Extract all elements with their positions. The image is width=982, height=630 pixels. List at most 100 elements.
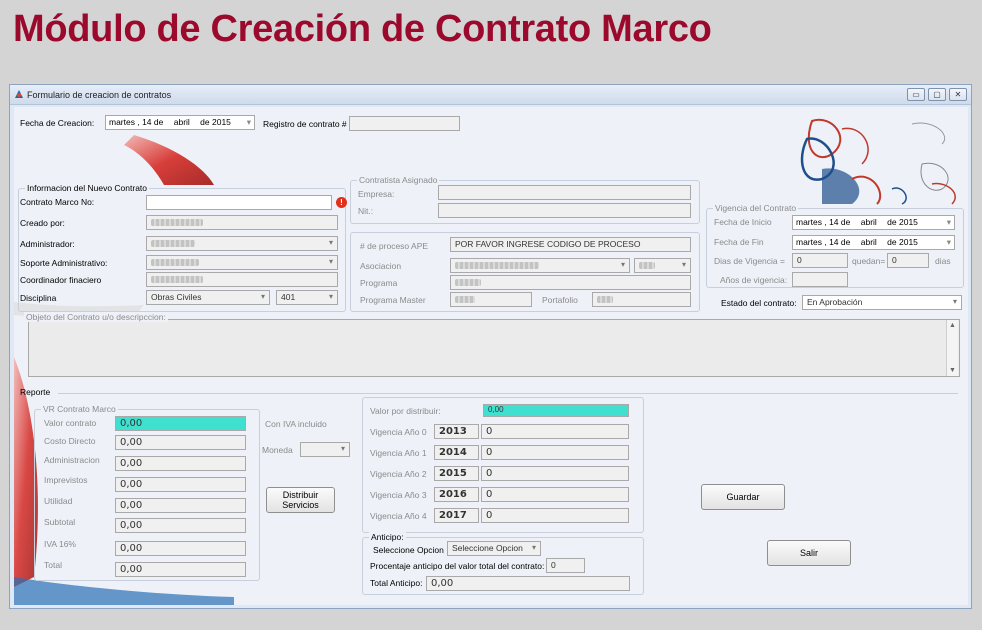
- error-icon: !: [336, 197, 347, 208]
- date-weekday: martes: [109, 117, 135, 127]
- valor-distribuir-field: 0,00: [483, 404, 629, 417]
- objeto-textarea[interactable]: [28, 319, 960, 377]
- info-group-title: Informacion del Nuevo Contrato: [25, 183, 150, 193]
- salir-button[interactable]: Salir: [767, 540, 851, 566]
- valor-distribuir-label: Valor por distribuir:: [370, 406, 441, 416]
- contrato-no-label: Contrato Marco No:: [20, 197, 95, 207]
- programa-label: Programa: [360, 278, 398, 288]
- guardar-button[interactable]: Guardar: [701, 484, 785, 510]
- fecha-fin-picker[interactable]: martes , 14 de abril de 2015 ▾: [792, 235, 955, 250]
- total-field: 0,00: [115, 562, 246, 577]
- costo-directo-label: Costo Directo: [44, 436, 96, 446]
- date-year: de 2015: [200, 117, 231, 127]
- contratista-group-title: Contratista Asignado: [357, 175, 440, 185]
- total-anticipo-field: 0,00: [426, 576, 630, 591]
- imprevistos-field: 0,00: [115, 477, 246, 492]
- date-month: abril: [173, 117, 190, 127]
- vigencia-anio-1-year: 2014: [434, 445, 479, 460]
- utilidad-label: Utilidad: [44, 496, 73, 506]
- distribuir-servicios-button[interactable]: Distribuir Servicios: [266, 487, 335, 513]
- administracion-field: 0,00: [115, 456, 246, 471]
- anios-vigencia-label: Años de vigencia:: [720, 275, 788, 285]
- maximize-button[interactable]: ▢: [928, 88, 946, 101]
- vigencia-anio-0-year: 2013: [434, 424, 479, 439]
- valor-contrato-label: Valor contrato: [44, 418, 97, 428]
- moneda-label: Moneda: [262, 445, 293, 455]
- portafolio-field: [592, 292, 691, 307]
- vigencia-anio-1-label: Vigencia Año 1: [370, 448, 427, 458]
- coordinador-label: Coordinador finaciero: [20, 275, 102, 285]
- nit-field: [438, 203, 691, 218]
- calendar-dropdown-icon: ▾: [946, 217, 951, 227]
- fecha-creacion-picker[interactable]: martes , 14 de abril de 2015 ▾: [105, 115, 255, 130]
- programa-field: [450, 275, 691, 290]
- fecha-creacion-label: Fecha de Creacion:: [20, 118, 95, 128]
- vigencia-anio-4-year: 2017: [434, 508, 479, 523]
- window-title: Formulario de creacion de contratos: [27, 90, 172, 100]
- asociacion-code-select[interactable]: [634, 258, 691, 273]
- subtotal-field: 0,00: [115, 518, 246, 533]
- total-anticipo-label: Total Anticipo:: [370, 578, 423, 588]
- minimize-button[interactable]: ▭: [907, 88, 925, 101]
- vigencia-anio-2-label: Vigencia Año 2: [370, 469, 427, 479]
- vigencia-anio-0-value[interactable]: 0: [481, 424, 629, 439]
- scroll-up-icon[interactable]: ▲: [949, 322, 956, 329]
- vigencia-anio-3-year: 2016: [434, 487, 479, 502]
- empresa-label: Empresa:: [358, 189, 395, 199]
- registro-field[interactable]: [349, 116, 460, 131]
- close-button[interactable]: ✕: [949, 88, 967, 101]
- date-weekday: martes: [796, 237, 822, 247]
- proceso-field[interactable]: POR FAVOR INGRESE CODIGO DE PROCESO: [450, 237, 691, 252]
- disciplina-code-select[interactable]: 401: [276, 290, 338, 305]
- disciplina-label: Disciplina: [20, 293, 57, 303]
- estado-label: Estado del contrato:: [721, 298, 797, 308]
- decorative-abstract-image: [800, 118, 956, 205]
- administrador-select[interactable]: [146, 236, 338, 251]
- imprevistos-label: Imprevistos: [44, 475, 88, 485]
- dias-unit-label: dias: [935, 256, 951, 266]
- asociacion-select[interactable]: [450, 258, 630, 273]
- coordinador-field: [146, 272, 338, 287]
- vigencia-anio-2-value[interactable]: 0: [481, 466, 629, 481]
- programa-master-label: Programa Master: [360, 295, 426, 305]
- anios-vigencia-field: [792, 272, 848, 287]
- seleccione-opcion-label: Seleccione Opcion: [373, 545, 444, 555]
- quedan-field: 0: [887, 253, 929, 268]
- dias-vigencia-field: 0: [792, 253, 848, 268]
- fecha-inicio-picker[interactable]: martes , 14 de abril de 2015 ▾: [792, 215, 955, 230]
- reporte-label: Reporte: [20, 387, 51, 397]
- date-weekday: martes: [796, 217, 822, 227]
- anticipo-group-title: Anticipo:: [369, 532, 406, 542]
- iva-label: IVA 16%: [44, 539, 76, 549]
- scroll-down-icon[interactable]: ▼: [949, 367, 956, 374]
- date-year: de 2015: [887, 217, 918, 227]
- contract-form-window: Formulario de creacion de contratos ▭ ▢ …: [9, 84, 972, 609]
- utilidad-field: 0,00: [115, 498, 246, 513]
- window-titlebar: Formulario de creacion de contratos ▭ ▢ …: [10, 85, 971, 105]
- contrato-no-input[interactable]: [146, 195, 332, 210]
- valor-contrato-field[interactable]: 0,00: [115, 416, 246, 431]
- programa-master-field: [450, 292, 532, 307]
- fecha-fin-label: Fecha de Fin: [714, 237, 764, 247]
- vr-contrato-title: VR Contrato Marco: [41, 404, 118, 414]
- portafolio-label: Portafolio: [542, 295, 578, 305]
- moneda-select[interactable]: [300, 442, 350, 457]
- registro-label: Registro de contrato #: [263, 119, 347, 129]
- vigencia-anio-3-value[interactable]: 0: [481, 487, 629, 502]
- date-day: , 14 de: [137, 117, 164, 127]
- date-year: de 2015: [887, 237, 918, 247]
- porcentaje-label: Procentaje anticipo del valor total del …: [370, 561, 545, 571]
- form-client-area: Fecha de Creacion: martes , 14 de abril …: [14, 107, 968, 605]
- vigencia-anio-4-value[interactable]: 0: [481, 508, 629, 523]
- chevron-down-icon: ▾: [246, 117, 251, 127]
- objeto-scrollbar[interactable]: ▲ ▼: [946, 320, 958, 376]
- vigencia-anio-3-label: Vigencia Año 3: [370, 490, 427, 500]
- porcentaje-field[interactable]: 0: [546, 558, 585, 573]
- vigencia-anio-1-value[interactable]: 0: [481, 445, 629, 460]
- seleccione-opcion-select[interactable]: Seleccione Opcion: [447, 541, 541, 556]
- vigencia-anio-0-label: Vigencia Año 0: [370, 427, 427, 437]
- distribuir-label-1: Distribuir: [282, 490, 319, 500]
- soporte-select[interactable]: [146, 255, 338, 270]
- disciplina-select[interactable]: Obras Civiles: [146, 290, 270, 305]
- estado-select[interactable]: En Aprobación: [802, 295, 962, 310]
